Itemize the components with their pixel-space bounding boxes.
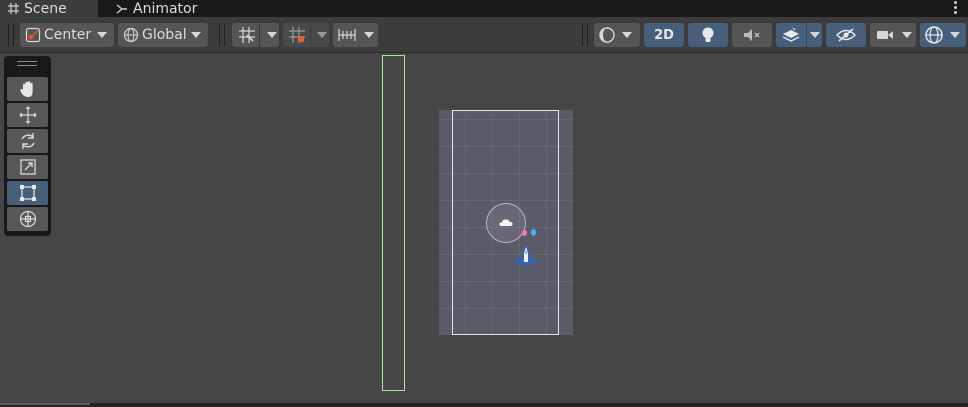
grid-snap-icon	[239, 27, 255, 43]
move-tool-button[interactable]	[7, 103, 48, 127]
chevron-down-icon	[810, 32, 820, 38]
chevron-down-icon	[622, 32, 632, 38]
panel-drag-handle[interactable]	[17, 61, 37, 66]
tab-scene-label: Scene	[24, 0, 67, 17]
speaker-muted-icon	[744, 29, 760, 41]
globe-icon	[123, 27, 139, 43]
shading-mode-dropdown[interactable]	[594, 23, 640, 47]
space-mode-dropdown[interactable]: Global	[118, 23, 208, 47]
more-options-icon[interactable]	[952, 0, 958, 16]
toolbar-grip[interactable]	[219, 24, 225, 46]
blue-gem-sprite[interactable]	[531, 229, 536, 236]
audio-toggle[interactable]	[732, 23, 772, 47]
tab-animator[interactable]: Animator	[108, 0, 218, 17]
chevron-down-icon	[902, 32, 912, 38]
ruler-icon	[338, 29, 356, 41]
scene-tools-panel	[4, 56, 51, 236]
move-tool-icon	[18, 106, 37, 124]
scale-tool-icon	[19, 159, 36, 175]
chevron-down-icon	[190, 32, 201, 38]
tab-scene[interactable]: Scene	[0, 0, 98, 17]
camera-icon	[877, 31, 893, 39]
camera-settings-dropdown[interactable]	[870, 23, 916, 47]
pivot-mode-label: Center	[44, 27, 92, 43]
transform-tool-icon	[19, 210, 36, 228]
rotate-tool-icon	[20, 133, 35, 149]
increment-snap-icon	[289, 27, 305, 43]
rect-tool-button[interactable]	[7, 181, 48, 205]
chevron-down-icon	[950, 32, 960, 38]
scene-visibility-toggle[interactable]	[826, 23, 866, 47]
lightbulb-icon	[702, 27, 714, 42]
chevron-down-icon	[97, 32, 108, 38]
grid-snap-dropdown[interactable]	[232, 23, 279, 47]
tab-animator-label: Animator	[133, 0, 198, 17]
gizmos-globe-icon	[925, 26, 943, 44]
hash-icon	[8, 3, 19, 14]
transform-tool-button[interactable]	[7, 207, 48, 231]
toolbar-grip[interactable]	[8, 24, 14, 46]
hand-tool-button[interactable]	[7, 77, 48, 101]
space-mode-label: Global	[142, 27, 187, 43]
chevron-down-icon	[267, 32, 277, 38]
mode-2d-toggle[interactable]: 2D	[644, 23, 684, 47]
shading-sphere-icon	[599, 27, 615, 43]
rect-tool-icon	[19, 185, 36, 201]
lighting-toggle[interactable]	[688, 23, 728, 47]
pink-gem-sprite[interactable]	[522, 230, 527, 236]
hand-tool-icon	[19, 81, 33, 97]
gizmos-dropdown[interactable]	[920, 23, 966, 47]
increment-snap-dropdown[interactable]	[283, 23, 329, 47]
animator-icon	[116, 3, 127, 14]
panel-bottom-edge	[0, 403, 968, 407]
chevron-down-icon	[364, 32, 374, 38]
chevron-down-icon	[317, 32, 327, 38]
ruler-dropdown[interactable]	[333, 23, 378, 47]
effects-dropdown[interactable]	[776, 23, 822, 47]
scene-toolbar: Center Global 2D	[0, 17, 968, 53]
player-ship-sprite[interactable]	[513, 244, 539, 268]
cloud-sprite[interactable]	[499, 218, 513, 227]
scale-tool-button[interactable]	[7, 155, 48, 179]
effects-layers-icon	[782, 27, 800, 42]
mode-2d-label: 2D	[654, 27, 674, 43]
pivot-icon	[25, 27, 41, 43]
pivot-mode-dropdown[interactable]: Center	[20, 23, 114, 47]
toolbar-grip[interactable]	[582, 24, 588, 46]
box-collider-outline[interactable]	[382, 55, 405, 391]
tab-strip: Scene Animator	[0, 0, 968, 17]
eye-hidden-icon	[836, 28, 856, 42]
rotate-tool-button[interactable]	[7, 129, 48, 153]
